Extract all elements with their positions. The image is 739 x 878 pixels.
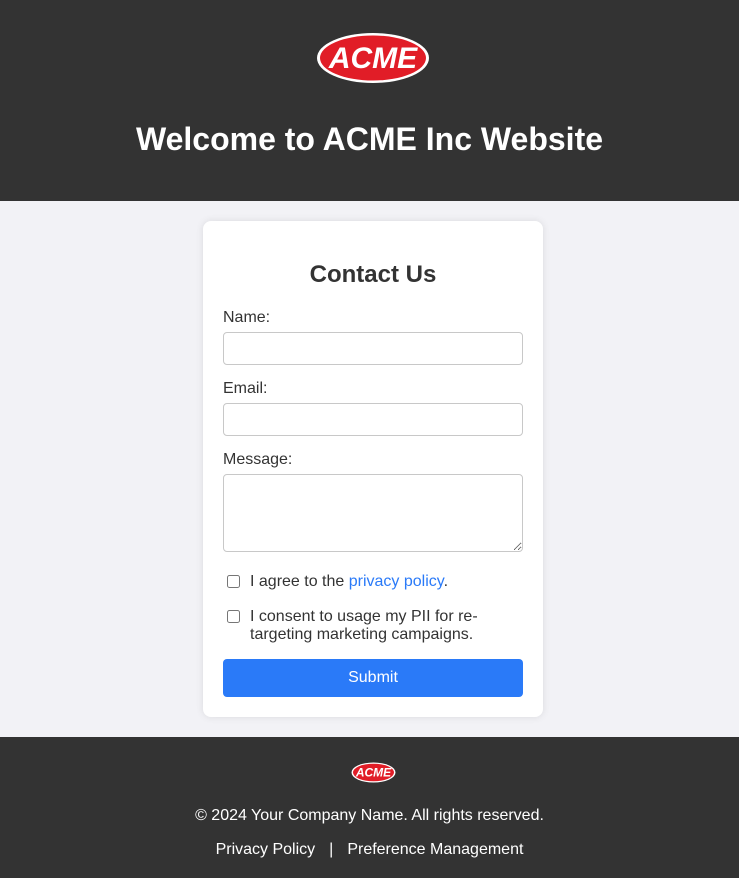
privacy-consent-text: I agree to the privacy policy. [250,573,515,591]
message-textarea[interactable] [223,474,523,552]
contact-form-card: Contact Us Name: Email: Message: I agree… [203,221,543,717]
site-header: ACME Welcome to ACME Inc Website [0,0,739,201]
svg-text:ACME: ACME [355,766,392,780]
privacy-suffix: . [443,573,449,590]
marketing-consent-text: I consent to usage my PII for re-targeti… [250,608,478,643]
privacy-prefix: I agree to the [250,573,345,590]
email-input[interactable] [223,403,523,436]
marketing-consent-checkbox[interactable] [227,610,240,623]
form-title: Contact Us [309,261,437,288]
privacy-checkbox[interactable] [227,575,240,588]
preference-management-link[interactable]: Preference Management [347,841,523,858]
email-label: Email: [223,380,268,397]
name-label: Name: [223,309,271,326]
privacy-consent-row: I agree to the privacy policy. [227,573,523,593]
acme-footer-logo[interactable]: ACME [351,762,396,783]
privacy-policy-link[interactable]: privacy policy [349,573,444,590]
name-input[interactable] [223,332,523,365]
copyright-text: © 2024 Your Company Name. All rights res… [195,807,544,824]
site-footer: ACME © 2024 Your Company Name. All right… [0,737,739,878]
marketing-consent-row: I consent to usage my PII for re-targeti… [227,608,523,648]
footer-separator: | [329,841,334,858]
page-title: Welcome to ACME Inc Website [135,121,604,157]
main-content: Contact Us Name: Email: Message: I agree… [0,201,739,737]
svg-text:ACME: ACME [328,42,418,75]
message-label: Message: [223,451,293,468]
footer-links: Privacy Policy | Preference Management [0,841,739,859]
submit-button[interactable]: Submit [223,659,523,697]
footer-privacy-policy-link[interactable]: Privacy Policy [216,841,316,858]
acme-logo[interactable]: ACME [316,32,430,84]
